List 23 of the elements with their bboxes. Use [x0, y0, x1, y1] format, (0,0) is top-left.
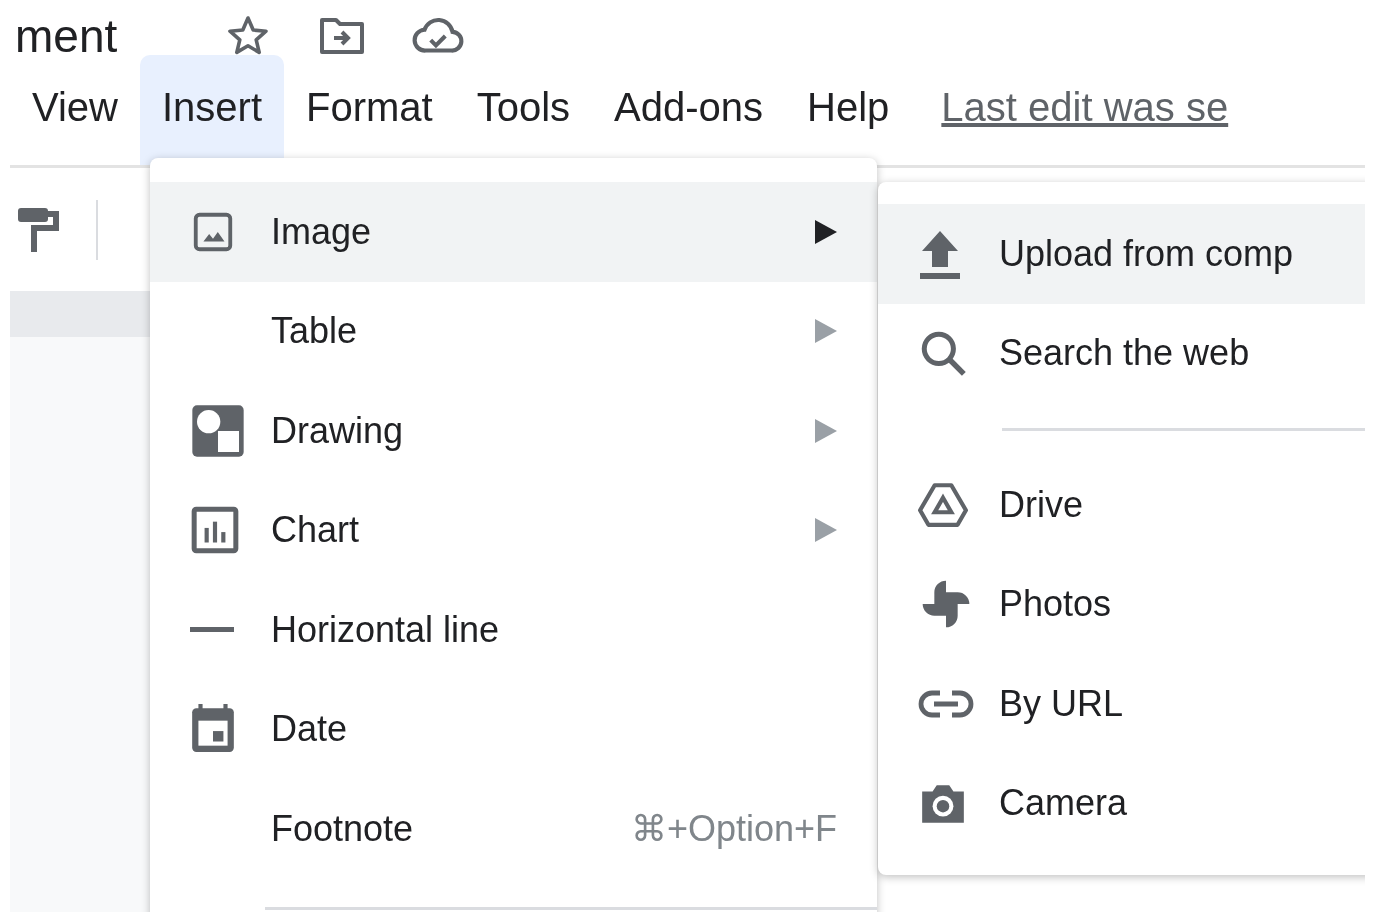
menu-bar-item[interactable]: Format [284, 55, 455, 165]
shortcut-text: ⌘+Option+F [630, 806, 837, 851]
link-icon [918, 688, 974, 719]
menu-item[interactable]: Footnote ⌘+Option+F [150, 779, 877, 879]
menu-item[interactable]: Table [150, 281, 877, 381]
menu-bar-item[interactable]: Add-ons [592, 55, 786, 165]
menu-bar-item[interactable]: Tools [454, 55, 593, 165]
last-edit-link[interactable]: Last edit was se [941, 77, 1229, 165]
menu-item[interactable]: Date [150, 679, 877, 779]
triangle-icon [918, 482, 968, 527]
folder-arrow-icon[interactable] [317, 16, 367, 56]
cloud-check-icon[interactable] [411, 17, 465, 55]
menu-item[interactable]: Upload from comp [878, 204, 1365, 304]
paint-format-icon[interactable] [18, 207, 60, 252]
menu-bar-item[interactable]: Help [785, 55, 912, 165]
shapes-icon [190, 402, 246, 459]
bar-chart-icon [190, 505, 240, 556]
calendar-icon [190, 704, 236, 755]
menu-item[interactable]: Drawing [150, 381, 877, 481]
menu-bar-item[interactable]: Insert [140, 55, 285, 165]
menu-item[interactable]: Image [150, 182, 877, 282]
menu-item[interactable]: Chart [150, 480, 877, 580]
menu-item[interactable]: Horizontal line [150, 580, 877, 680]
